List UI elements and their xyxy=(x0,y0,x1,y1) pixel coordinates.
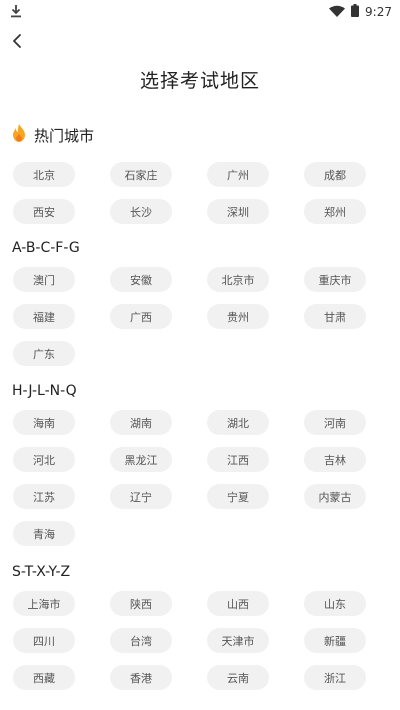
hot-cities-title: 热门城市 xyxy=(34,126,95,145)
region-chip[interactable]: 湖南 xyxy=(110,410,172,435)
section-title-stxyz: S-T-X-Y-Z xyxy=(12,564,71,580)
region-chip[interactable]: 澳门 xyxy=(13,267,75,292)
region-chip[interactable]: 郑州 xyxy=(304,199,366,224)
region-chip[interactable]: 北京 xyxy=(13,162,75,187)
download-icon xyxy=(10,3,22,18)
region-chip[interactable]: 江西 xyxy=(207,447,269,472)
screen: 9:27 选择考试地区 热门城市 北京 石家庄 广州 成都西安 长沙 深圳 郑州 A-B-C… xyxy=(0,0,400,710)
region-chip[interactable]: 北京市 xyxy=(207,267,269,292)
region-chip[interactable]: 石家庄 xyxy=(110,162,172,187)
region-chip[interactable]: 内蒙古 xyxy=(304,484,366,509)
region-chip[interactable]: 浙江 xyxy=(304,665,366,690)
section-title-abcfg: A-B-C-F-G xyxy=(12,240,80,256)
region-chip[interactable]: 广东 xyxy=(13,341,75,366)
region-chip[interactable]: 长沙 xyxy=(110,199,172,224)
battery-icon xyxy=(351,4,360,20)
region-chip[interactable]: 黑龙江 xyxy=(110,447,172,472)
region-chip[interactable]: 台湾 xyxy=(110,628,172,653)
region-chip[interactable]: 河南 xyxy=(304,410,366,435)
region-chip[interactable]: 重庆市 xyxy=(304,267,366,292)
region-chip[interactable]: 宁夏 xyxy=(207,484,269,509)
status-right: 9:27 xyxy=(329,4,392,20)
flame-icon xyxy=(12,124,26,146)
region-chip[interactable]: 辽宁 xyxy=(110,484,172,509)
region-chip[interactable]: 江苏 xyxy=(13,484,75,509)
region-chip[interactable]: 福建 xyxy=(13,304,75,329)
hot-cities-header: 热门城市 xyxy=(12,124,94,146)
region-chip[interactable]: 深圳 xyxy=(207,199,269,224)
region-chip[interactable]: 甘肃 xyxy=(304,304,366,329)
region-chip[interactable]: 陕西 xyxy=(110,591,172,616)
region-chip[interactable]: 西安 xyxy=(13,199,75,224)
back-button[interactable] xyxy=(6,32,28,54)
region-chip[interactable]: 成都 xyxy=(304,162,366,187)
region-chip[interactable]: 广州 xyxy=(207,162,269,187)
wifi-icon xyxy=(329,5,346,20)
region-chip[interactable]: 山东 xyxy=(304,591,366,616)
region-chip[interactable]: 吉林 xyxy=(304,447,366,472)
region-chip[interactable]: 上海市 xyxy=(13,591,75,616)
region-chip[interactable]: 青海 xyxy=(13,521,75,546)
status-time: 9:27 xyxy=(365,5,392,19)
region-chip[interactable]: 新疆 xyxy=(304,628,366,653)
region-chip[interactable]: 山西 xyxy=(207,591,269,616)
region-chip[interactable]: 贵州 xyxy=(207,304,269,329)
back-arrow-icon xyxy=(11,33,23,53)
region-chip[interactable]: 天津市 xyxy=(207,628,269,653)
status-bar: 9:27 xyxy=(0,0,400,24)
region-chip[interactable]: 河北 xyxy=(13,447,75,472)
page-title: 选择考试地区 xyxy=(139,70,260,92)
section-title-hjlnq: H-J-L-N-Q xyxy=(12,383,77,399)
region-chip[interactable]: 云南 xyxy=(207,665,269,690)
region-chip[interactable]: 海南 xyxy=(13,410,75,435)
region-chip[interactable]: 西藏 xyxy=(13,665,75,690)
region-chip[interactable]: 四川 xyxy=(13,628,75,653)
region-chip[interactable]: 湖北 xyxy=(207,410,269,435)
region-chip[interactable]: 香港 xyxy=(110,665,172,690)
region-chip[interactable]: 广西 xyxy=(110,304,172,329)
region-chip[interactable]: 安徽 xyxy=(110,267,172,292)
